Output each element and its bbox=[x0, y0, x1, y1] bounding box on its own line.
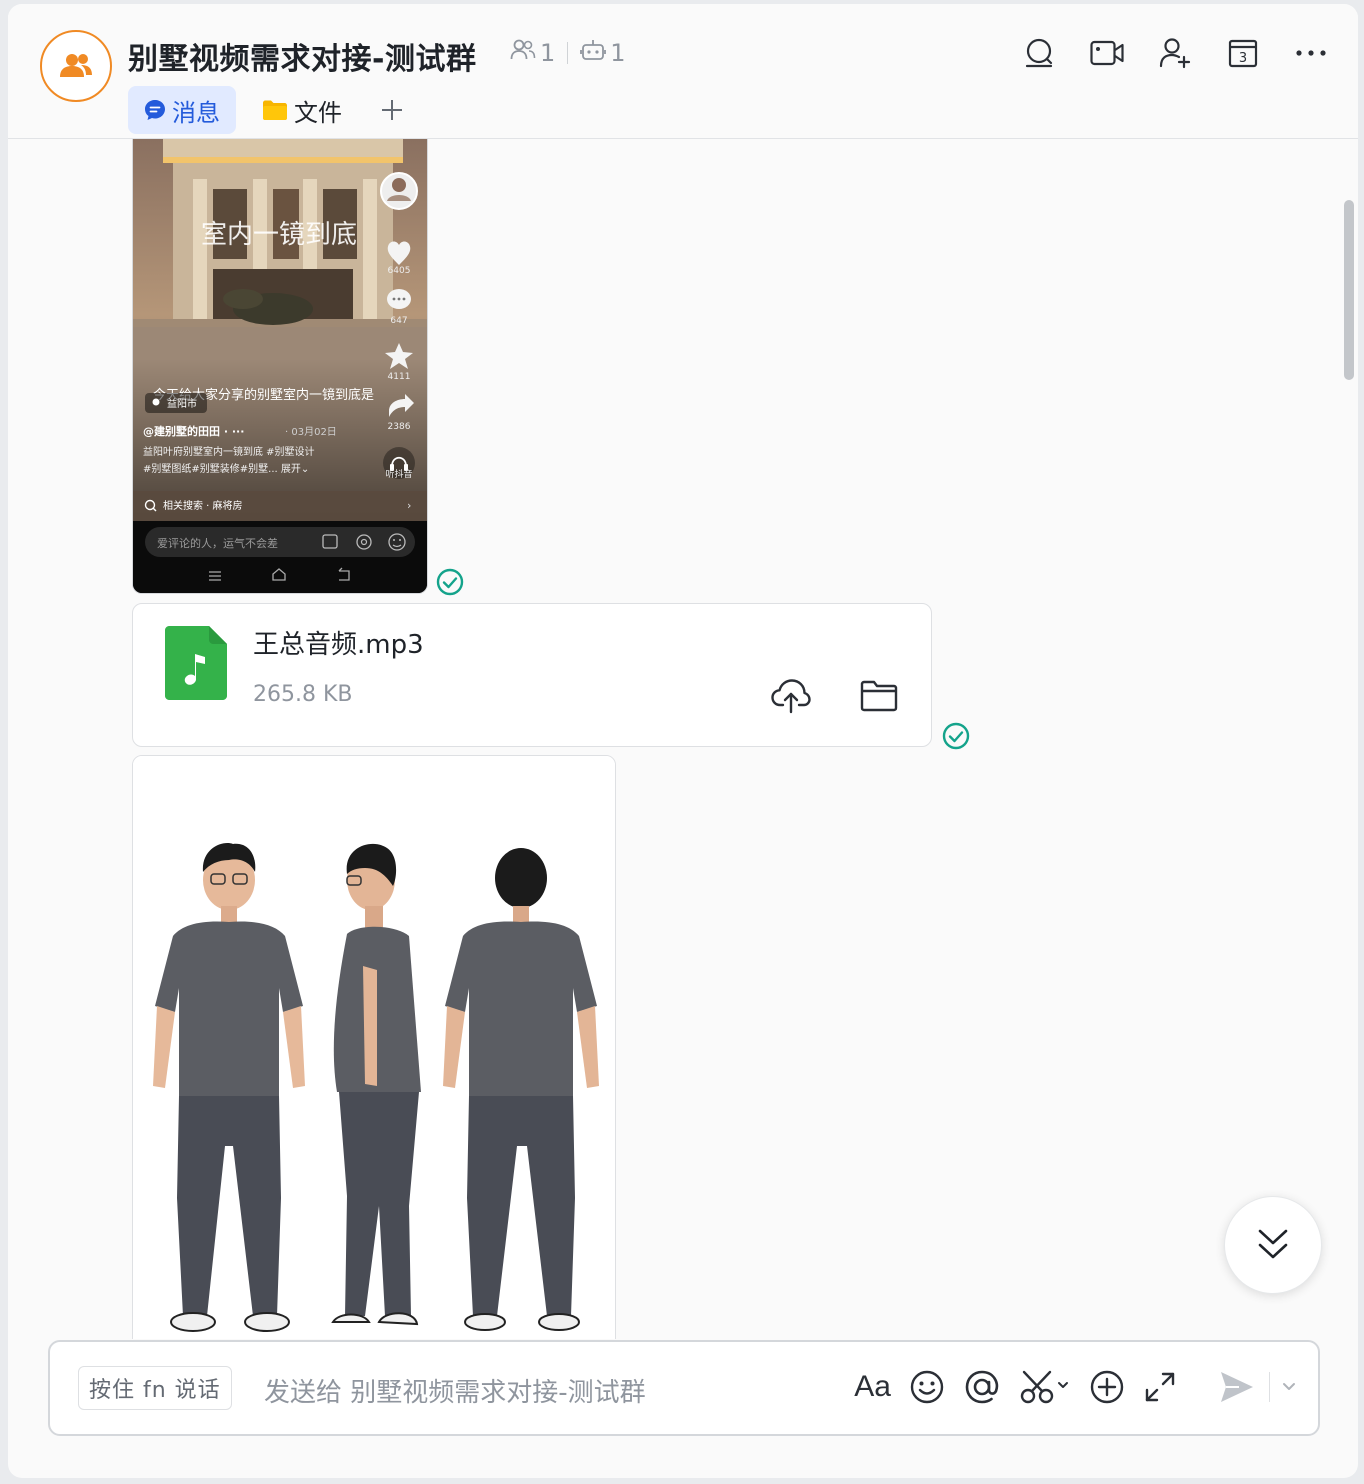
message-input[interactable]: 发送给 别墅视频需求对接-测试群 bbox=[264, 1372, 646, 1409]
send-icon[interactable] bbox=[1219, 1364, 1255, 1410]
person-three-views bbox=[133, 756, 615, 1339]
tab-messages[interactable]: 消息 bbox=[128, 86, 236, 134]
cloud-upload-icon[interactable] bbox=[769, 674, 813, 718]
tab-files-label: 文件 bbox=[294, 98, 342, 127]
folder-icon bbox=[262, 99, 288, 121]
video-desc-line2: #别墅图纸#别墅装修#别墅... 展开⌄ bbox=[143, 462, 309, 475]
search-icon[interactable] bbox=[1018, 32, 1060, 74]
file-name[interactable]: 王总音频.mp3 bbox=[253, 624, 424, 661]
hold-to-talk-button[interactable]: 按住 fn 说话 bbox=[78, 1366, 232, 1410]
like-count: 6405 bbox=[388, 266, 411, 276]
group-avatar[interactable] bbox=[40, 30, 112, 102]
chat-tabs: 消息 文件 bbox=[128, 86, 416, 134]
chat-meta: 1 1 bbox=[510, 38, 626, 68]
audio-file-icon bbox=[165, 626, 227, 704]
related-search: 相关搜索 · 麻将房 bbox=[163, 499, 243, 512]
file-size: 265.8 KB bbox=[253, 682, 353, 707]
comment-count: 647 bbox=[390, 316, 407, 326]
video-overlay-title: 室内一镜到底 bbox=[201, 220, 357, 250]
person-photo-image[interactable] bbox=[132, 755, 616, 1339]
text-format-button[interactable]: Aa bbox=[854, 1364, 891, 1410]
chat-header: 别墅视频需求对接-测试群 1 1 3 消息 文件 bbox=[8, 4, 1358, 139]
chat-title[interactable]: 别墅视频需求对接-测试群 bbox=[128, 34, 476, 78]
message-scrollbar[interactable] bbox=[1344, 200, 1354, 380]
mention-icon[interactable] bbox=[963, 1364, 1001, 1410]
open-folder-icon[interactable] bbox=[857, 674, 901, 718]
favorite-count: 4111 bbox=[388, 372, 411, 382]
double-chevron-down-icon bbox=[1258, 1229, 1288, 1259]
font-format-icon: Aa bbox=[854, 1370, 891, 1403]
read-status-icon bbox=[942, 722, 970, 750]
header-actions: 3 bbox=[992, 32, 1332, 74]
comment-input-placeholder: 爱评论的人，运气不会差 bbox=[157, 536, 278, 550]
send-options-chevron-icon[interactable] bbox=[1282, 1364, 1296, 1410]
listen-label: 听抖音 bbox=[385, 468, 412, 480]
bot-count[interactable]: 1 bbox=[610, 39, 625, 67]
file-message-card[interactable]: 王总音频.mp3 265.8 KB bbox=[132, 603, 932, 747]
video-screenshot-image[interactable]: 室内一镜到底 6405 647 4111 2386 听抖音 今天给大家分享的别墅… bbox=[132, 139, 428, 594]
message-composer[interactable]: 按住 fn 说话 发送给 别墅视频需求对接-测试群 Aa bbox=[48, 1340, 1320, 1436]
share-count: 2386 bbox=[388, 422, 411, 432]
message-bubble-icon bbox=[144, 99, 166, 121]
send-divider bbox=[1269, 1372, 1270, 1402]
video-call-icon[interactable] bbox=[1086, 32, 1128, 74]
expand-editor-icon[interactable] bbox=[1143, 1364, 1177, 1410]
video-date: · 03月02日 bbox=[285, 426, 337, 438]
bot-icon[interactable] bbox=[580, 38, 607, 68]
group-people-icon bbox=[60, 54, 92, 77]
video-location: 益阳市 bbox=[167, 397, 197, 410]
chat-window: 别墅视频需求对接-测试群 1 1 3 消息 文件 室内一镜到底 6405 647… bbox=[8, 4, 1358, 1478]
emoji-icon[interactable] bbox=[909, 1364, 945, 1410]
svg-text:›: › bbox=[407, 499, 411, 512]
video-author: @建别墅的田田 · ··· bbox=[143, 424, 244, 438]
more-icon[interactable] bbox=[1290, 32, 1332, 74]
add-attachment-icon[interactable] bbox=[1089, 1364, 1125, 1410]
add-tab-button[interactable] bbox=[368, 86, 416, 134]
plus-icon bbox=[382, 100, 402, 120]
members-icon[interactable] bbox=[510, 39, 536, 67]
meta-divider bbox=[567, 42, 569, 64]
video-screenshot-render: 室内一镜到底 6405 647 4111 2386 听抖音 今天给大家分享的别墅… bbox=[133, 139, 427, 593]
screenshot-icon[interactable] bbox=[1019, 1364, 1071, 1410]
video-desc-line1: 益阳叶府别墅室内一镜到底 #别墅设计 bbox=[143, 445, 315, 458]
calendar-day: 3 bbox=[1239, 51, 1247, 66]
tab-files[interactable]: 文件 bbox=[246, 86, 358, 134]
scroll-to-bottom-button[interactable] bbox=[1224, 1196, 1322, 1294]
member-count[interactable]: 1 bbox=[540, 39, 555, 67]
read-status-icon bbox=[436, 568, 464, 596]
add-member-icon[interactable] bbox=[1154, 32, 1196, 74]
message-list[interactable]: 室内一镜到底 6405 647 4111 2386 听抖音 今天给大家分享的别墅… bbox=[8, 139, 1358, 1339]
calendar-icon[interactable]: 3 bbox=[1222, 32, 1264, 74]
composer-tools: Aa bbox=[836, 1364, 1296, 1410]
tab-messages-label: 消息 bbox=[172, 98, 220, 127]
